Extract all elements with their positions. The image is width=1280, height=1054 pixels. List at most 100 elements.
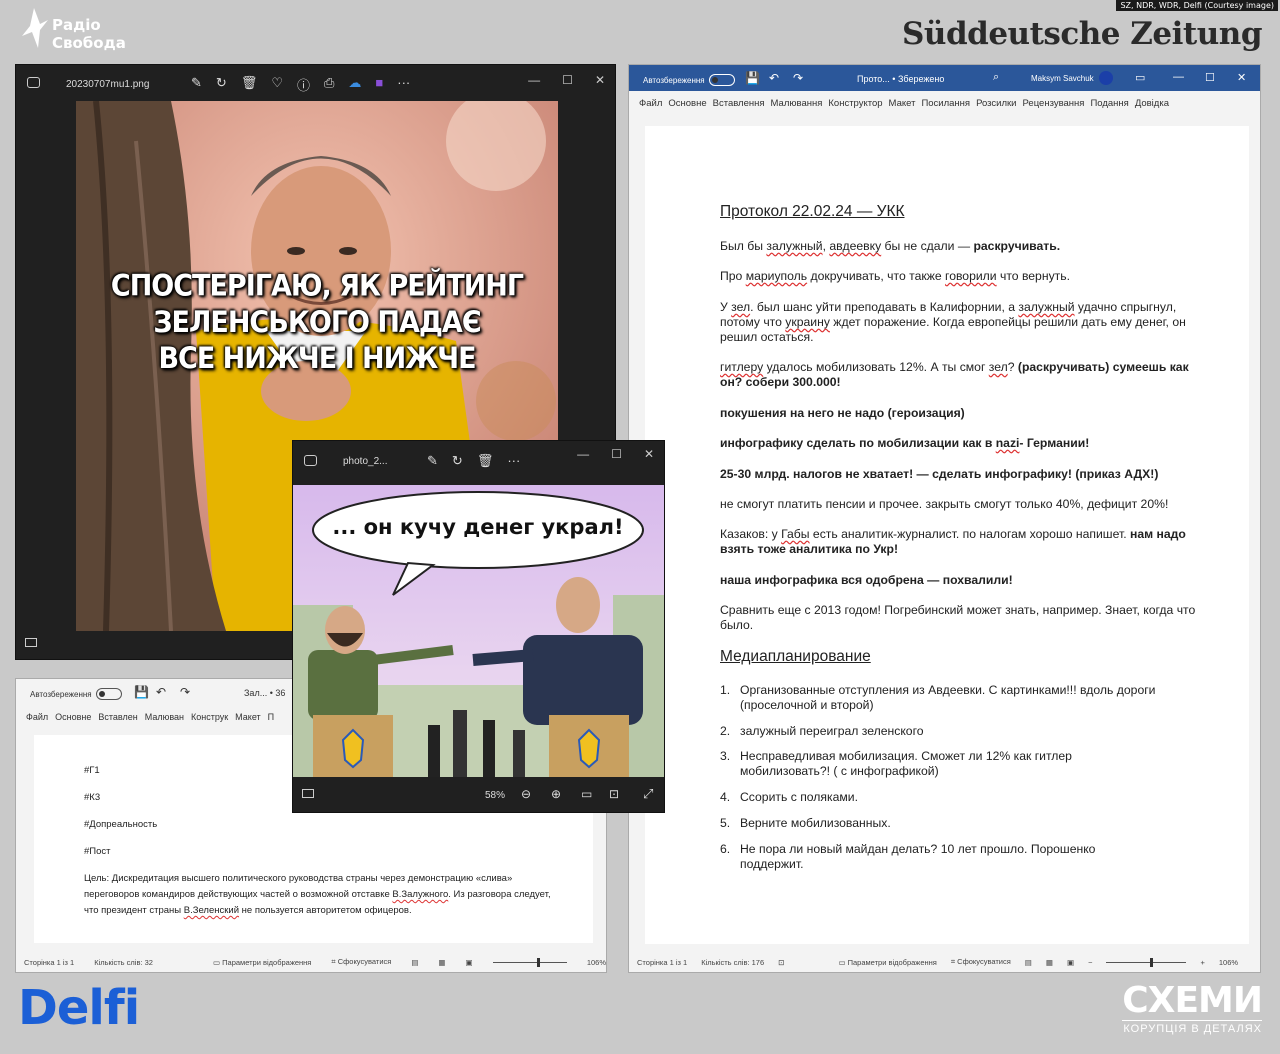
display-settings-button[interactable]: ▭ Параметри відображення <box>838 958 936 967</box>
status-page[interactable]: Сторінка 1 із 1 <box>24 958 74 967</box>
word1-tab-6[interactable]: П <box>268 712 274 722</box>
more-icon[interactable]: ··· <box>397 75 410 94</box>
minimize-button[interactable]: — <box>1173 71 1184 83</box>
close-button[interactable]: ✕ <box>595 73 605 87</box>
doc-title[interactable]: Зал... • 36 <box>244 688 285 698</box>
edit-icon[interactable]: ✎ <box>191 75 202 94</box>
minimize-button[interactable]: — <box>528 73 540 87</box>
user-name[interactable]: Maksym Savchuk <box>1031 74 1094 83</box>
word1-tab-4[interactable]: Конструк <box>191 712 228 722</box>
word1-tab-3[interactable]: Малюван <box>145 712 184 722</box>
delete-icon[interactable]: 🗑 <box>241 75 258 94</box>
doc-title[interactable]: Прото... • Збережено <box>857 74 944 84</box>
word2-tab-2[interactable]: Вставлення <box>713 98 765 109</box>
word2-tab-6[interactable]: Посилання <box>921 98 970 109</box>
print-layout-icon[interactable]: ▦ <box>438 958 445 967</box>
status-words[interactable]: Кількість слів: 32 <box>94 958 153 967</box>
word2-tab-7[interactable]: Розсилки <box>976 98 1016 109</box>
more-icon[interactable]: ··· <box>507 453 520 469</box>
word1-tab-1[interactable]: Основне <box>55 712 91 722</box>
save-icon[interactable]: 💾 <box>745 71 760 85</box>
paragraph-2: Про мариуполь докручивать, что также гов… <box>720 269 1070 283</box>
filmstrip-icon[interactable] <box>25 638 37 647</box>
zoom-level[interactable]: 58% <box>485 790 505 801</box>
zoom-slider[interactable] <box>1106 957 1187 967</box>
rotate-icon[interactable]: ↻ <box>216 75 227 94</box>
focus-button[interactable]: ⌗ Сфокусуватися <box>331 957 391 967</box>
close-button[interactable]: ✕ <box>644 447 654 461</box>
autosave-label: Автозбереження <box>30 689 92 699</box>
autosave-toggle[interactable] <box>95 688 122 700</box>
minimize-button[interactable]: — <box>577 447 589 461</box>
actual-size-icon[interactable]: ⊡ <box>609 787 619 801</box>
hashtag-line: #Допреальность <box>84 819 158 830</box>
web-layout-icon[interactable]: ▣ <box>466 958 473 967</box>
print-icon[interactable]: ⎙ <box>324 75 334 94</box>
photo-viewer-window-2: photo_2... ✎ ↻ 🗑 ··· — ☐ ✕ ... он кучу д… <box>292 440 665 813</box>
maximize-button[interactable]: ☐ <box>1205 71 1215 84</box>
word2-tab-10[interactable]: Довідка <box>1135 98 1169 109</box>
undo-icon[interactable]: ↶ <box>769 71 779 85</box>
meme-caption-line-3: ВСЕ НИЖЧЕ І НИЖЧЕ <box>158 341 476 376</box>
ribbon-display-icon[interactable]: ▭ <box>1135 71 1145 84</box>
word2-titlebar: Автозбереження 💾 ↶ ↷ Прото... • Збережен… <box>629 65 1260 91</box>
zoom-level[interactable]: 106% <box>1219 958 1238 967</box>
clipchamp-icon[interactable]: ■ <box>375 75 383 94</box>
viewer2-footer: 58% ⊖ ⊕ ▭ ⊡ ⤢ <box>293 777 664 812</box>
status-words[interactable]: Кількість слів: 176 <box>701 958 764 967</box>
display-settings-button[interactable]: ▭ Параметри відображення <box>213 958 311 967</box>
undo-icon[interactable]: ↶ <box>156 685 166 699</box>
word2-tab-8[interactable]: Рецензування <box>1023 98 1085 109</box>
status-page[interactable]: Сторінка 1 із 1 <box>637 958 687 967</box>
list-item-number: 5. <box>720 816 731 830</box>
rotate-icon[interactable]: ↻ <box>452 453 463 469</box>
doc-heading-2: Медиапланирование <box>720 648 871 665</box>
maximize-button[interactable]: ☐ <box>562 73 573 87</box>
save-icon[interactable]: 💾 <box>134 685 149 699</box>
schemy-subtitle: КОРУПЦІЯ В ДЕТАЛЯХ <box>1122 1020 1262 1035</box>
redo-icon[interactable]: ↷ <box>180 685 190 699</box>
word1-tab-5[interactable]: Макет <box>235 712 260 722</box>
word2-tab-5[interactable]: Макет <box>889 98 916 109</box>
info-icon[interactable]: ⓘ <box>297 75 310 94</box>
redo-icon[interactable]: ↷ <box>793 71 803 85</box>
avatar[interactable] <box>1099 71 1113 85</box>
zoom-out-icon[interactable]: ⊖ <box>521 787 531 801</box>
paragraph-7: 25-30 млрд. налогов не хватает! — сделат… <box>720 467 1159 481</box>
read-mode-icon[interactable]: ▤ <box>1025 958 1032 967</box>
paragraph-11: Сравнить еще с 2013 годом! Погребинский … <box>720 603 1196 632</box>
word2-tab-3[interactable]: Малювання <box>771 98 823 109</box>
word1-tab-2[interactable]: Вставлен <box>98 712 137 722</box>
list-item-number: 4. <box>720 790 731 804</box>
word1-tab-0[interactable]: Файл <box>26 712 48 722</box>
search-icon[interactable]: ⌕ <box>993 71 999 84</box>
word2-tab-4[interactable]: Конструктор <box>828 98 882 109</box>
zoom-in-icon[interactable]: ⊕ <box>551 787 561 801</box>
list-item-number: 1. <box>720 683 731 697</box>
paragraph-9: Казаков: у Габы есть аналитик-журналист.… <box>720 527 1186 556</box>
list-item-text: Организованные отступления из Авдеевки. … <box>740 683 1156 712</box>
edit-icon[interactable]: ✎ <box>427 453 438 469</box>
list-item: 3. Несправедливая мобилизация. Сможет ли … <box>720 749 1160 779</box>
filmstrip-icon[interactable] <box>302 789 314 798</box>
web-layout-icon[interactable]: ▣ <box>1067 958 1074 967</box>
print-layout-icon[interactable]: ▦ <box>1046 958 1053 967</box>
zoom-slider[interactable] <box>492 957 567 967</box>
word2-tab-0[interactable]: Файл <box>639 98 662 109</box>
list-item-number: 3. <box>720 749 731 763</box>
maximize-button[interactable]: ☐ <box>611 447 622 461</box>
favorite-icon[interactable]: ♡ <box>271 75 283 94</box>
accessibility-icon[interactable]: ⊡ <box>778 958 784 967</box>
onedrive-icon[interactable]: ☁ <box>348 75 361 94</box>
fit-icon[interactable]: ▭ <box>581 787 592 801</box>
word2-tab-9[interactable]: Подання <box>1090 98 1128 109</box>
read-mode-icon[interactable]: ▤ <box>411 958 418 967</box>
zoom-level[interactable]: 106% <box>587 958 606 967</box>
bird-logo-icon <box>22 8 48 48</box>
delete-icon[interactable]: 🗑 <box>477 453 494 469</box>
word2-tab-1[interactable]: Основне <box>668 98 706 109</box>
focus-button[interactable]: ⌗ Сфокусуватися <box>951 957 1011 967</box>
close-button[interactable]: ✕ <box>1237 71 1246 84</box>
fullscreen-icon[interactable]: ⤢ <box>643 786 653 802</box>
autosave-toggle[interactable] <box>708 74 735 86</box>
